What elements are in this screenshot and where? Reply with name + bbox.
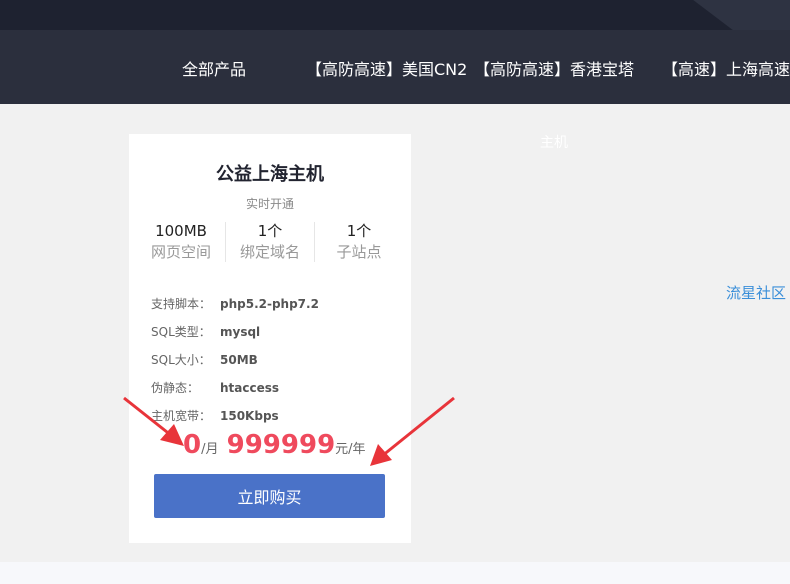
main-nav: 全部产品 【高防高速】美国CN2 【高防高速】香港宝塔 【高速】上海高速: [0, 30, 790, 104]
spec-value: mysql: [220, 325, 261, 339]
top-bar-decoration: [693, 0, 790, 30]
stat-web-space: 100MB 网页空间: [137, 222, 225, 262]
product-title: 公益上海主机: [216, 164, 324, 185]
footer-strip: [0, 562, 790, 584]
spec-value: htaccess: [220, 381, 280, 395]
stat-value: 100MB: [155, 222, 207, 240]
top-bar: [0, 0, 790, 30]
spec-key: SQL类型：: [151, 325, 211, 339]
spec-row-sql-size: SQL大小： 50MB: [151, 350, 401, 378]
monthly-price: 0: [183, 430, 202, 460]
product-card: 公益上海主机 实时开通 100MB 网页空间 1个 绑定域名 1个 子站点 支持…: [129, 134, 411, 543]
spec-value: php5.2-php7.2: [220, 297, 319, 311]
community-link[interactable]: 流星社区: [726, 282, 786, 303]
nav-item-all-products[interactable]: 全部产品: [182, 56, 246, 80]
buy-now-button[interactable]: 立即购买: [154, 474, 385, 518]
yearly-price: 999999: [226, 430, 336, 460]
spec-row-rewrite: 伪静态： htaccess: [151, 378, 401, 406]
spec-key: 支持脚本：: [151, 297, 212, 311]
product-subtitle: 实时开通: [245, 197, 294, 211]
nav-item-hk-baota[interactable]: 【高防高速】香港宝塔: [474, 56, 634, 80]
spec-value: 150Kbps: [220, 409, 279, 423]
product-stats: 100MB 网页空间 1个 绑定域名 1个 子站点: [137, 222, 403, 262]
price-line: 0/月 999999元/年: [183, 430, 366, 460]
stat-label: 网页空间: [150, 243, 211, 261]
spec-key: SQL大小：: [151, 353, 211, 367]
spec-row-script: 支持脚本： php5.2-php7.2: [151, 294, 401, 322]
stat-value: 1个: [346, 222, 372, 240]
yearly-unit: 元/年: [335, 442, 366, 457]
spec-key: 伪静态：: [151, 381, 200, 395]
stat-label: 子站点: [336, 243, 382, 261]
monthly-unit: /月: [201, 442, 219, 457]
spec-row-sql-type: SQL类型： mysql: [151, 322, 401, 350]
spec-key: 主机宽带：: [151, 409, 212, 423]
nav-item-us-cn2[interactable]: 【高防高速】美国CN2: [306, 56, 467, 80]
spec-value: 50MB: [220, 353, 258, 367]
stat-subsites: 1个 子站点: [314, 222, 403, 262]
nav-item-shanghai[interactable]: 【高速】上海高速: [662, 56, 790, 80]
stat-bound-domains: 1个 绑定域名: [225, 222, 314, 262]
stat-label: 绑定域名: [239, 243, 300, 261]
spec-list: 支持脚本： php5.2-php7.2 SQL类型： mysql SQL大小： 50M…: [151, 294, 401, 434]
stat-value: 1个: [257, 222, 283, 240]
floating-host-text: 主机: [540, 135, 568, 151]
